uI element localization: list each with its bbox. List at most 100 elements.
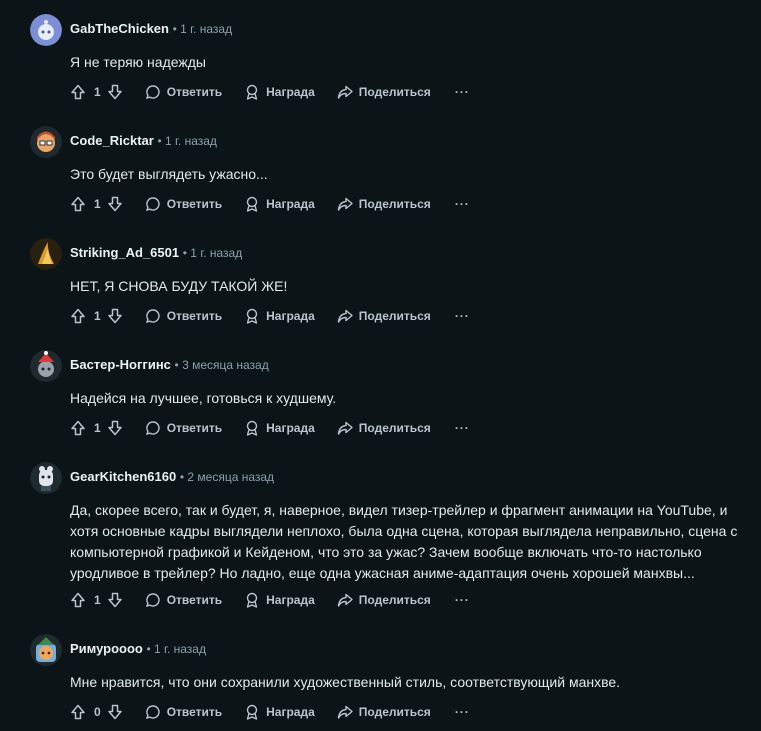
more-options-button[interactable]: ···	[455, 309, 470, 323]
award-icon	[246, 420, 258, 436]
upvote-icon[interactable]	[70, 84, 86, 100]
username[interactable]: Code_Ricktar	[70, 133, 154, 148]
reply-button[interactable]: Ответить	[145, 704, 222, 720]
award-button[interactable]: Награда	[244, 308, 315, 324]
upvote-icon[interactable]	[70, 196, 86, 212]
reply-label: Ответить	[166, 421, 223, 435]
downvote-icon[interactable]	[107, 592, 123, 608]
vote-count: 1	[94, 197, 101, 211]
share-icon	[337, 85, 353, 99]
avatar[interactable]	[30, 634, 62, 666]
action-bar: 1 Ответить Награда Поделиться ···	[70, 194, 470, 214]
award-button[interactable]: Награда	[244, 592, 315, 608]
award-label: Награда	[266, 309, 315, 323]
share-button[interactable]: Поделиться	[337, 196, 431, 212]
vote-group: 1	[70, 196, 123, 212]
timestamp[interactable]: 2 месяца назад	[187, 470, 274, 484]
share-button[interactable]: Поделиться	[337, 308, 431, 324]
award-button[interactable]: Награда	[244, 420, 315, 436]
award-icon	[246, 84, 258, 100]
more-options-button[interactable]: ···	[455, 593, 470, 607]
vote-group: 1	[70, 308, 123, 324]
downvote-icon[interactable]	[107, 704, 123, 720]
downvote-icon[interactable]	[107, 308, 123, 324]
more-options-button[interactable]: ···	[455, 197, 470, 211]
username[interactable]: GearKitchen6160	[70, 469, 176, 484]
more-options-button[interactable]: ···	[455, 421, 470, 435]
award-label: Награда	[266, 705, 315, 719]
comment-bubble-icon	[145, 705, 160, 720]
avatar[interactable]	[30, 350, 62, 382]
share-icon	[337, 421, 353, 435]
award-icon	[246, 196, 258, 212]
award-icon	[246, 308, 258, 324]
share-label: Поделиться	[358, 421, 431, 435]
username[interactable]: Римурoooo	[70, 641, 143, 656]
vote-count: 1	[94, 309, 101, 323]
award-label: Награда	[266, 593, 315, 607]
reply-label: Ответить	[166, 309, 223, 323]
timestamp[interactable]: 1 г. назад	[165, 134, 217, 148]
share-label: Поделиться	[358, 309, 431, 323]
award-label: Награда	[266, 197, 315, 211]
comment-meta: GearKitchen6160 • 2 месяца назад	[70, 469, 275, 484]
share-button[interactable]: Поделиться	[337, 84, 431, 100]
username[interactable]: GabTheChicken	[70, 21, 169, 36]
reply-label: Ответить	[166, 593, 223, 607]
avatar[interactable]	[30, 126, 62, 158]
reply-button[interactable]: Ответить	[145, 84, 222, 100]
upvote-icon[interactable]	[70, 420, 86, 436]
share-button[interactable]: Поделиться	[337, 420, 431, 436]
timestamp[interactable]: 1 г. назад	[154, 642, 206, 656]
award-button[interactable]: Награда	[244, 84, 315, 100]
timestamp[interactable]: 3 месяца назад	[182, 358, 269, 372]
share-button[interactable]: Поделиться	[337, 592, 431, 608]
vote-count: 1	[94, 593, 101, 607]
share-label: Поделиться	[358, 197, 431, 211]
upvote-icon[interactable]	[70, 704, 86, 720]
vote-count: 1	[94, 85, 101, 99]
action-bar: 1 Ответить Награда Поделиться ···	[70, 306, 470, 326]
reply-label: Ответить	[166, 197, 223, 211]
timestamp[interactable]: 1 г. назад	[190, 246, 242, 260]
reply-button[interactable]: Ответить	[145, 420, 222, 436]
share-label: Поделиться	[358, 705, 431, 719]
award-icon	[246, 592, 258, 608]
award-button[interactable]: Награда	[244, 704, 315, 720]
username[interactable]: Striking_Ad_6501	[70, 245, 179, 260]
downvote-icon[interactable]	[107, 84, 123, 100]
award-button[interactable]: Награда	[244, 196, 315, 212]
timestamp[interactable]: 1 г. назад	[180, 22, 232, 36]
username[interactable]: Бастер-Ноггинс	[70, 357, 171, 372]
downvote-icon[interactable]	[107, 196, 123, 212]
vote-group: 1	[70, 592, 123, 608]
reply-button[interactable]: Ответить	[145, 592, 222, 608]
comment-bubble-icon	[145, 593, 160, 608]
comment-meta: Code_Ricktar • 1 г. назад	[70, 133, 217, 148]
avatar-image	[30, 462, 62, 494]
downvote-icon[interactable]	[107, 420, 123, 436]
reply-button[interactable]: Ответить	[145, 308, 222, 324]
comment-meta: Бастер-Ноггинс • 3 месяца назад	[70, 357, 269, 372]
action-bar: 0 Ответить Награда Поделиться ···	[70, 702, 470, 722]
share-label: Поделиться	[358, 85, 431, 99]
award-label: Награда	[266, 421, 315, 435]
more-options-button[interactable]: ···	[455, 705, 470, 719]
comment-meta: Римурoooo • 1 г. назад	[70, 641, 206, 656]
upvote-icon[interactable]	[70, 308, 86, 324]
avatar[interactable]	[30, 14, 62, 46]
upvote-icon[interactable]	[70, 592, 86, 608]
avatar-image	[30, 238, 62, 270]
avatar-image	[30, 634, 62, 666]
avatar[interactable]	[30, 462, 62, 494]
award-icon	[246, 704, 258, 720]
more-options-button[interactable]: ···	[455, 85, 470, 99]
share-icon	[337, 593, 353, 607]
reply-button[interactable]: Ответить	[145, 196, 222, 212]
avatar[interactable]	[30, 238, 62, 270]
share-icon	[337, 197, 353, 211]
comment-text: Я не теряю надежды	[70, 54, 206, 70]
share-button[interactable]: Поделиться	[337, 704, 431, 720]
vote-count: 1	[94, 421, 101, 435]
avatar-image	[30, 14, 62, 46]
